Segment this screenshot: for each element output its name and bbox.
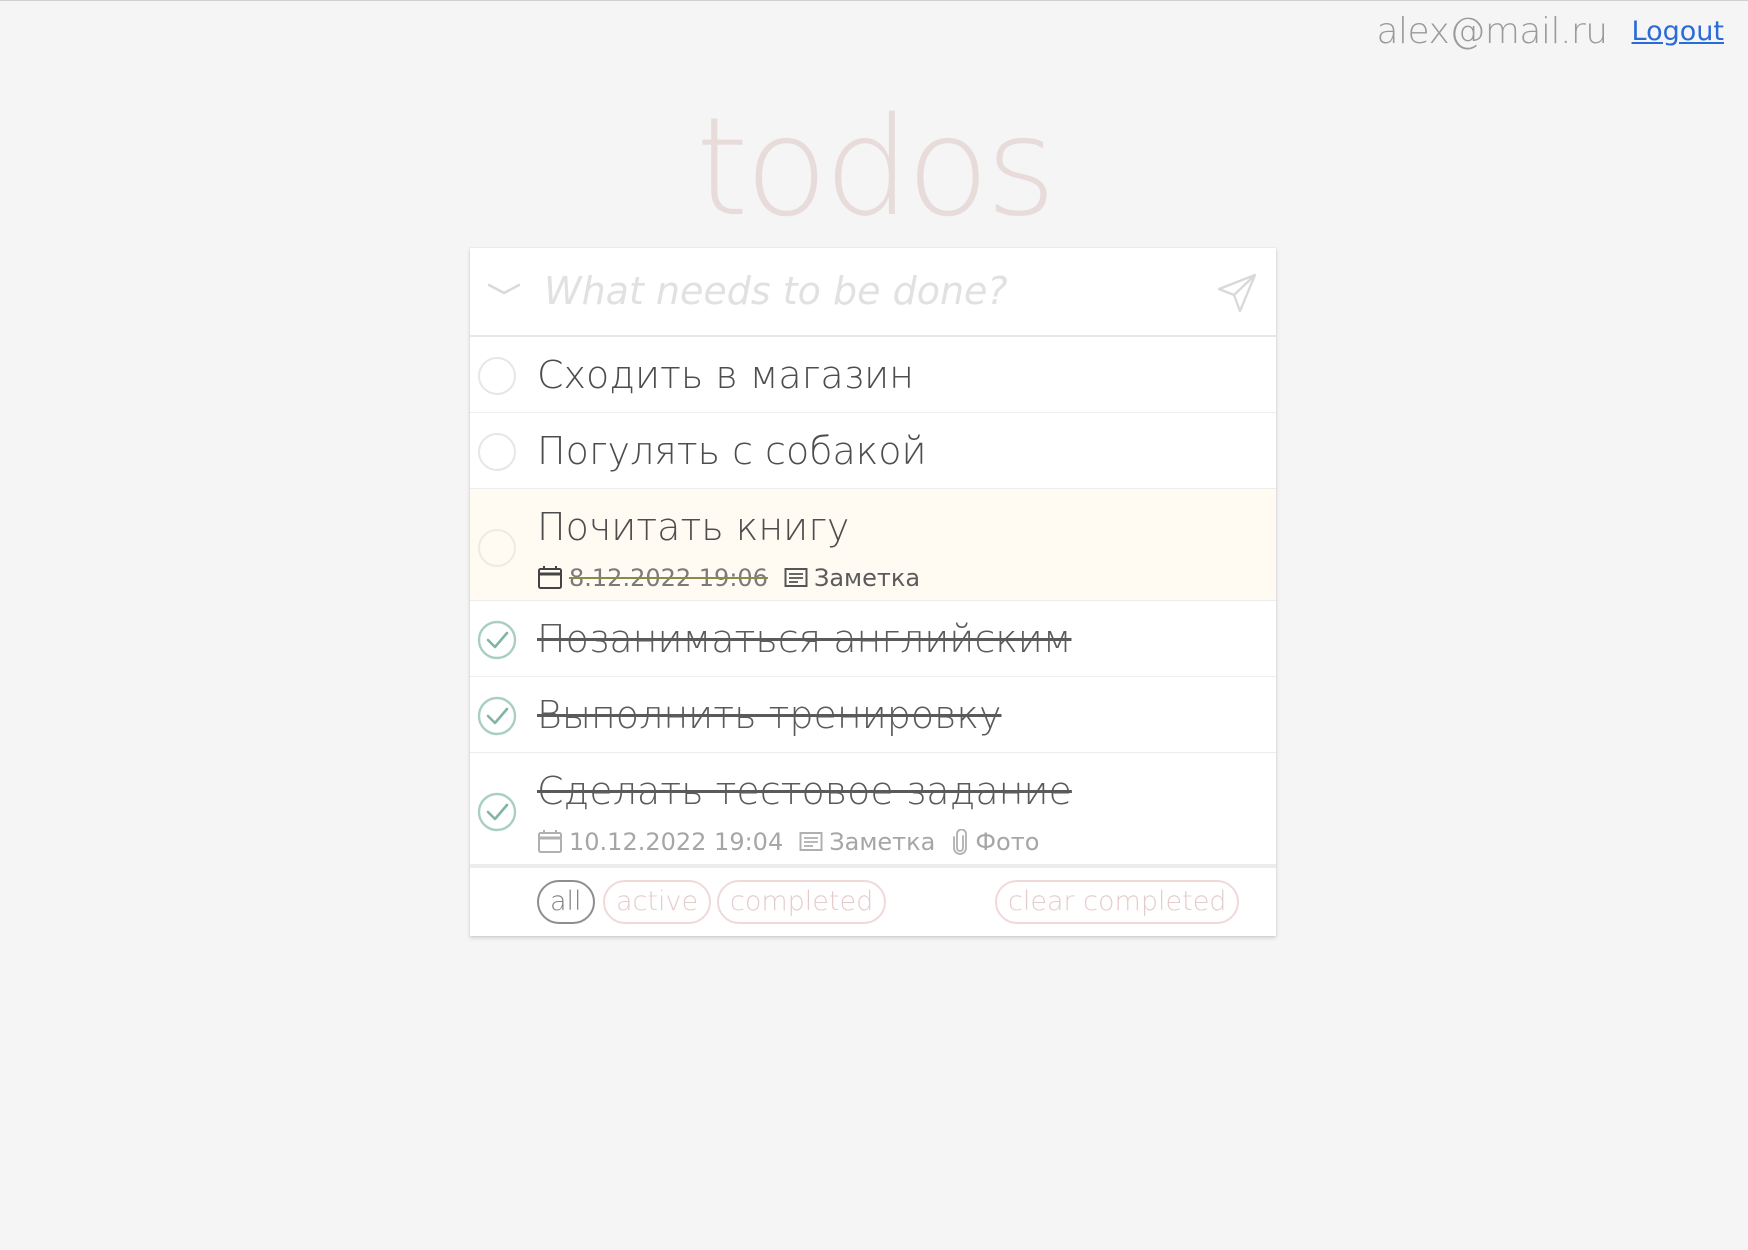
todo-date[interactable]: 8.12.2022 19:06	[537, 564, 768, 592]
todo-title[interactable]: Погулять с собакой	[537, 429, 927, 473]
todo-list: Сходить в магазин Погулять с собакой Поч…	[470, 337, 1276, 865]
note-icon	[784, 568, 808, 587]
todo-title[interactable]: Позаниматься английским	[537, 617, 1072, 661]
todo-item: Почитать книгу 8.12.2022 19:06 Заметка	[470, 489, 1276, 601]
todo-date[interactable]: 10.12.2022 19:04	[537, 828, 783, 856]
new-todo-input[interactable]	[544, 266, 1164, 316]
user-bar: alex@mail.ru Logout	[1376, 11, 1724, 52]
todo-note-label: Заметка	[829, 828, 936, 856]
filter-completed[interactable]: completed	[717, 880, 887, 924]
todo-item: Погулять с собакой	[470, 413, 1276, 489]
todo-title[interactable]: Почитать книгу	[537, 505, 849, 549]
todo-item: Выполнить тренировку	[470, 677, 1276, 753]
todo-meta: 10.12.2022 19:04 Заметка Фото	[537, 828, 1055, 856]
logout-link[interactable]: Logout	[1632, 16, 1724, 47]
send-plane-icon[interactable]	[1216, 272, 1258, 314]
note-icon	[799, 832, 823, 851]
todo-attachment[interactable]: Фото	[951, 828, 1039, 856]
todo-date-text: 8.12.2022 19:06	[569, 564, 768, 592]
todo-item: Сделать тестовое задание 10.12.2022 19:0…	[470, 753, 1276, 865]
check-circle-icon[interactable]	[477, 620, 517, 660]
empty-circle-icon[interactable]	[477, 528, 517, 568]
todo-note[interactable]: Заметка	[799, 828, 935, 856]
todo-title[interactable]: Сделать тестовое задание	[537, 769, 1072, 813]
todo-note-label: Заметка	[813, 564, 921, 592]
calendar-icon	[538, 830, 562, 853]
todo-meta: 8.12.2022 19:06 Заметка	[537, 564, 936, 592]
todo-item: Позаниматься английским	[470, 601, 1276, 677]
paperclip-icon	[953, 829, 968, 855]
empty-circle-icon[interactable]	[477, 356, 517, 396]
todo-item: Сходить в магазин	[470, 337, 1276, 413]
todo-attachment-label: Фото	[975, 828, 1040, 856]
todo-app: Сходить в магазин Погулять с собакой Поч…	[470, 248, 1276, 936]
empty-circle-icon[interactable]	[477, 432, 517, 472]
filter-active[interactable]: active	[603, 880, 712, 924]
chevron-down-icon[interactable]	[484, 274, 524, 304]
user-email: alex@mail.ru	[1376, 11, 1608, 52]
todo-footer: all active completed clear completed	[470, 865, 1276, 936]
todo-note[interactable]: Заметка	[784, 564, 920, 592]
app-title: todos	[695, 89, 1057, 247]
calendar-icon	[538, 566, 562, 589]
todo-title[interactable]: Выполнить тренировку	[537, 693, 1001, 737]
check-circle-icon[interactable]	[477, 792, 517, 832]
check-circle-icon[interactable]	[477, 696, 517, 736]
todo-title[interactable]: Сходить в магазин	[537, 353, 914, 397]
filter-all[interactable]: all	[537, 880, 595, 924]
clear-completed-button[interactable]: clear completed	[995, 880, 1240, 924]
new-todo-row	[470, 248, 1276, 337]
todo-date-text: 10.12.2022 19:04	[569, 828, 784, 856]
